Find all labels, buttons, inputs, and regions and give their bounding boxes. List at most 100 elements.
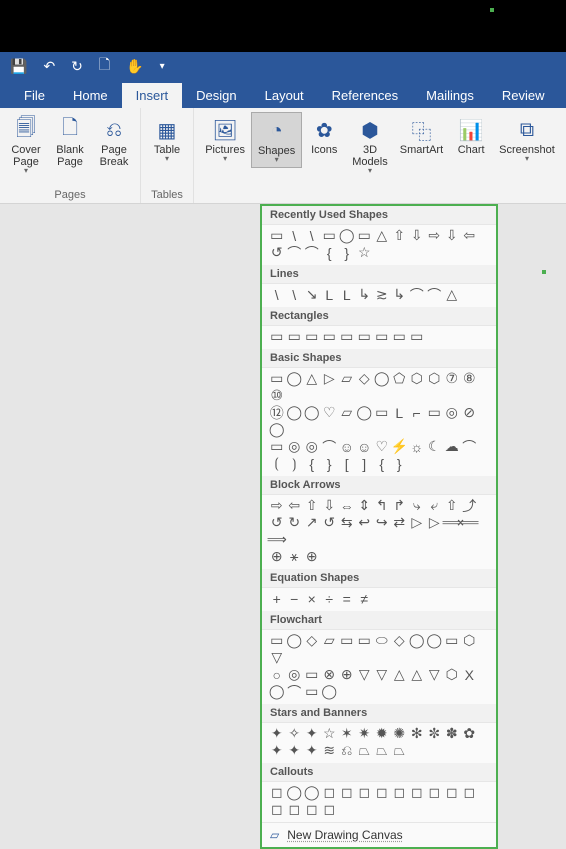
shape-item[interactable]: ▭ <box>303 666 321 683</box>
shape-item[interactable]: ▭ <box>268 227 286 244</box>
shape-item[interactable]: ⇧ <box>303 497 321 514</box>
shape-item[interactable]: ▭ <box>408 328 426 345</box>
shape-item[interactable]: L <box>338 286 356 303</box>
shape-item[interactable]: ◻ <box>356 784 374 801</box>
shape-item[interactable]: ▭ <box>268 328 286 345</box>
shape-item[interactable]: ⌒ <box>303 244 321 261</box>
shape-item[interactable]: △ <box>443 286 461 303</box>
shape-item[interactable]: ⑩ <box>268 387 286 404</box>
shape-item[interactable]: ⇦ <box>461 227 479 244</box>
shapes-button[interactable]: ◔ Shapes ▾ <box>251 112 302 168</box>
shape-item[interactable]: } <box>391 455 409 472</box>
shape-item[interactable]: ◻ <box>408 784 426 801</box>
shape-item[interactable]: ▭ <box>321 227 339 244</box>
shape-item[interactable]: ⤶ <box>426 497 444 514</box>
shape-item[interactable]: + <box>268 590 286 607</box>
shape-item[interactable]: ☆ <box>321 725 339 742</box>
tab-home[interactable]: Home <box>59 83 122 108</box>
shape-item[interactable]: ◯ <box>286 404 304 421</box>
shape-item[interactable]: ⇕ <box>356 497 374 514</box>
shape-item[interactable]: ⬡ <box>408 370 426 387</box>
shape-item[interactable]: ⟹ <box>443 514 461 531</box>
shape-item[interactable]: ▷ <box>426 514 444 531</box>
smartart-button[interactable]: ⿻ SmartArt <box>394 112 449 160</box>
shape-item[interactable]: ⇩ <box>443 227 461 244</box>
shape-item[interactable]: ◻ <box>303 801 321 818</box>
shape-item[interactable]: ✦ <box>303 742 321 759</box>
qat-more-icon[interactable]: ▾ <box>160 61 165 72</box>
shape-item[interactable]: ↰ <box>373 497 391 514</box>
shape-item[interactable]: ⌒ <box>286 244 304 261</box>
shape-item[interactable]: [ <box>338 455 356 472</box>
tab-design[interactable]: Design <box>182 83 250 108</box>
shape-item[interactable]: ▭ <box>268 370 286 387</box>
shape-item[interactable]: ✹ <box>373 725 391 742</box>
shape-item[interactable]: \ <box>286 286 304 303</box>
table-button[interactable]: ▦ Table ▾ <box>145 112 189 166</box>
shape-item[interactable]: ◇ <box>391 632 409 649</box>
shape-item[interactable]: ÷ <box>321 590 339 607</box>
shape-item[interactable]: ✽ <box>443 725 461 742</box>
shape-item[interactable]: ◯ <box>338 227 356 244</box>
shape-item[interactable]: ⬠ <box>391 370 409 387</box>
shape-item[interactable]: } <box>321 455 339 472</box>
shape-item[interactable]: { <box>303 455 321 472</box>
shape-item[interactable]: ↘ <box>303 286 321 303</box>
shape-item[interactable]: ✦ <box>303 725 321 742</box>
shape-item[interactable]: ▱ <box>338 370 356 387</box>
redo-icon[interactable]: ↻ <box>71 58 83 75</box>
cover-page-button[interactable]: 🗐 Cover Page ▾ <box>4 112 48 178</box>
shape-item[interactable]: ⟸ <box>461 514 479 531</box>
shape-item[interactable]: ◯ <box>408 632 426 649</box>
shape-item[interactable]: ] <box>356 455 374 472</box>
shape-item[interactable]: ↪ <box>373 514 391 531</box>
shape-item[interactable]: ⊕ <box>303 548 321 565</box>
shape-item[interactable]: ◻ <box>268 784 286 801</box>
new-doc-icon[interactable]: 🗋 <box>99 54 110 78</box>
shape-item[interactable]: ◯ <box>268 421 286 438</box>
shape-item[interactable]: ▱ <box>338 404 356 421</box>
shape-item[interactable]: ⑫ <box>268 404 286 421</box>
shape-item[interactable]: ▷ <box>321 370 339 387</box>
shape-item[interactable]: X <box>461 666 479 683</box>
shape-item[interactable]: ⊕ <box>338 666 356 683</box>
shape-item[interactable]: \ <box>286 227 304 244</box>
shape-item[interactable]: − <box>286 590 304 607</box>
shape-item[interactable]: ↺ <box>268 244 286 261</box>
shape-item[interactable]: ⬡ <box>461 632 479 649</box>
undo-icon[interactable]: ↶ <box>43 58 55 75</box>
shape-item[interactable]: ⏢ <box>391 742 409 759</box>
shape-item[interactable]: ◇ <box>356 370 374 387</box>
shape-item[interactable]: ≳ <box>373 286 391 303</box>
shape-item[interactable]: ♡ <box>321 404 339 421</box>
shape-item[interactable]: ◯ <box>321 683 339 700</box>
blank-page-button[interactable]: 🗋 Blank Page <box>48 112 92 172</box>
shape-item[interactable]: ⏢ <box>373 742 391 759</box>
shape-item[interactable]: = <box>338 590 356 607</box>
shape-item[interactable]: ⇧ <box>443 497 461 514</box>
screenshot-button[interactable]: ⧉ Screenshot ▾ <box>493 112 561 166</box>
shape-item[interactable]: ▭ <box>303 683 321 700</box>
shape-item[interactable]: ▭ <box>373 404 391 421</box>
shape-item[interactable]: ✼ <box>426 725 444 742</box>
shape-item[interactable]: ✷ <box>356 725 374 742</box>
shape-item[interactable]: ⇔ <box>338 497 356 514</box>
shape-item[interactable]: ⤷ <box>408 497 426 514</box>
shape-item[interactable]: ◎ <box>286 666 304 683</box>
shape-item[interactable]: L <box>391 404 409 421</box>
tab-view[interactable]: View <box>558 83 566 108</box>
chart-button[interactable]: 📊 Chart <box>449 112 493 160</box>
shape-item[interactable]: ◎ <box>443 404 461 421</box>
shape-item[interactable]: ⇨ <box>268 497 286 514</box>
shape-item[interactable]: ✦ <box>268 725 286 742</box>
shape-item[interactable]: ⟯ <box>286 455 304 472</box>
shape-item[interactable]: ⌒ <box>286 683 304 700</box>
shape-item[interactable]: ◻ <box>268 801 286 818</box>
shape-item[interactable]: ▭ <box>338 632 356 649</box>
tab-layout[interactable]: Layout <box>251 83 318 108</box>
shape-item[interactable]: ▷ <box>408 514 426 531</box>
shape-item[interactable]: ◎ <box>303 438 321 455</box>
shape-item[interactable]: ⇩ <box>321 497 339 514</box>
shape-item[interactable]: ↺ <box>268 514 286 531</box>
shape-item[interactable]: ◯ <box>286 784 304 801</box>
